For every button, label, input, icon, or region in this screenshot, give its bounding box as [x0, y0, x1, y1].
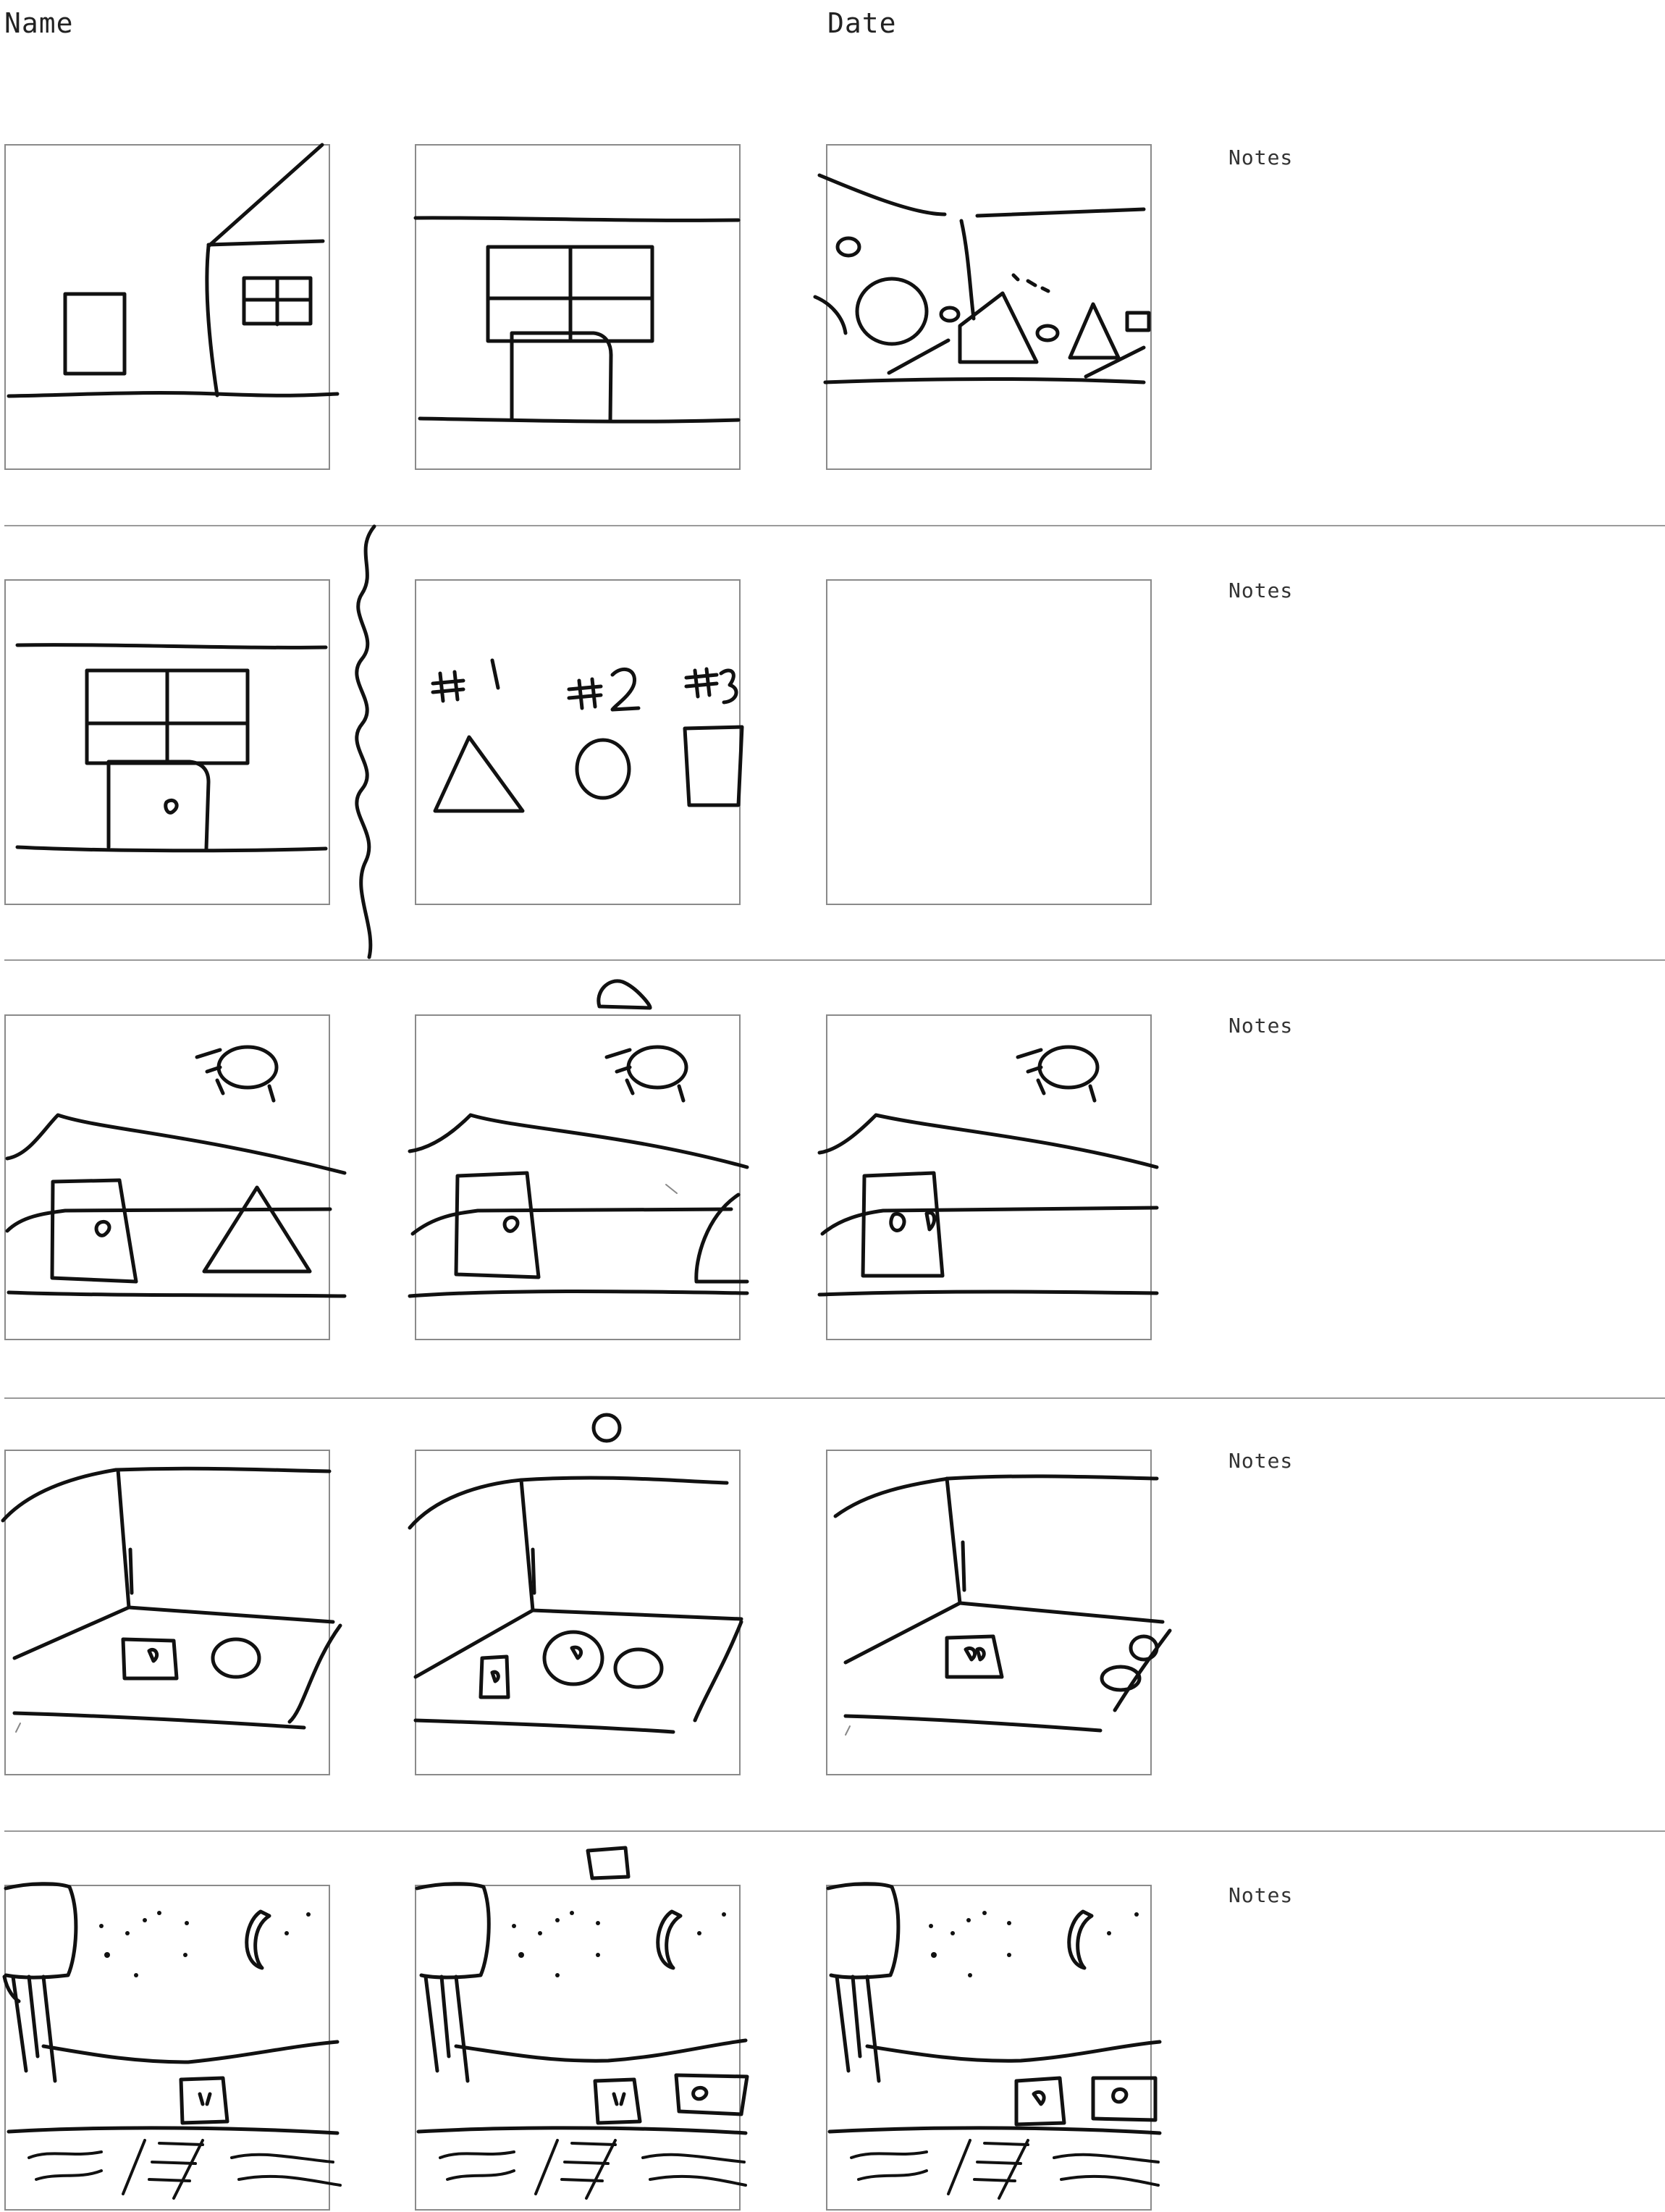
night-scene-door-box-sketch	[415, 1882, 749, 2200]
wavy-divider-line	[355, 524, 376, 959]
triangle-thumbnail-sketch	[597, 979, 652, 1010]
night-scene-door-sketch	[2, 1882, 342, 2200]
door-heart-sketch	[15, 643, 328, 853]
night-scene-door-box-sketch	[826, 1882, 1162, 2200]
hill-door-sketch	[408, 1045, 749, 1298]
square-thumbnail-sketch	[586, 1846, 631, 1880]
door-below-window-sketch	[413, 216, 741, 424]
hill-door-triangle-sketch	[5, 1045, 347, 1298]
room-door-circle-sketch	[1, 1466, 342, 1733]
numbered-shapes-sketch	[431, 658, 744, 813]
room-door-circles-sketch	[833, 1474, 1172, 1736]
hill-door-sketch	[817, 1045, 1159, 1297]
room-door-circles-sketch	[408, 1476, 743, 1734]
rocks-triangles-sketch	[813, 173, 1151, 384]
house-exterior-sketch	[7, 143, 340, 398]
sketch-layer	[1, 143, 1172, 2200]
circle-thumbnail-sketch	[591, 1413, 622, 1443]
